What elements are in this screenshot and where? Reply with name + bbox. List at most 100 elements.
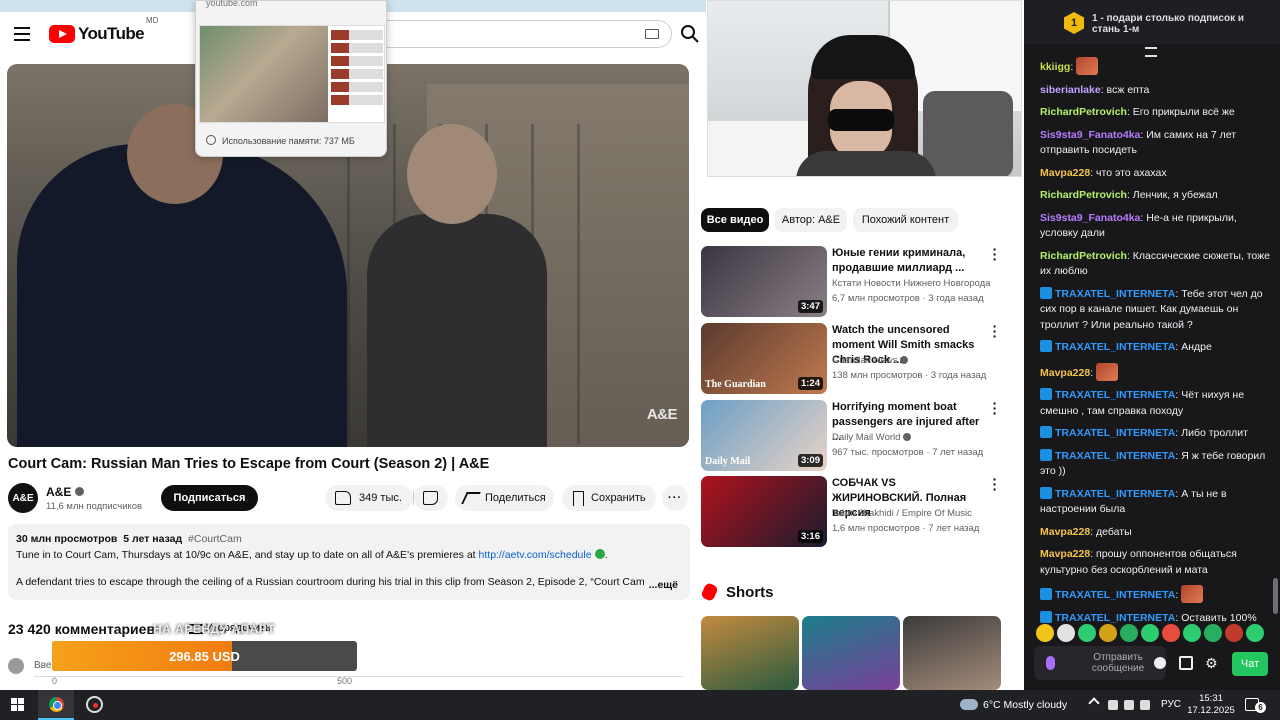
video-channel[interactable]: Кстати Новости Нижнего Новгорода	[832, 278, 990, 289]
chat-username[interactable]: TRAXATEL_INTERNETA	[1055, 589, 1175, 601]
recommended-video[interactable]: Daily Mail 3:09 Horrifying moment boat pas…	[701, 396, 1006, 472]
subscriber-badge-icon[interactable]	[1040, 610, 1052, 623]
subscriber-badge-icon[interactable]	[1040, 388, 1052, 400]
more-actions-button[interactable]: ···	[662, 485, 688, 511]
language-indicator[interactable]: РУС	[1161, 699, 1181, 710]
chat-username[interactable]: TRAXATEL_INTERNETA	[1055, 288, 1175, 300]
subscriber-badge-icon[interactable]	[1040, 340, 1052, 352]
emote-icon[interactable]	[1078, 624, 1096, 642]
like-button[interactable]: 349 тыс.	[325, 485, 413, 511]
chat-username[interactable]: Mavpa228	[1040, 367, 1090, 379]
video-description[interactable]: 30 млн просмотров 5 лет назад #CourtCam …	[8, 524, 690, 600]
emote-icon[interactable]	[1246, 624, 1264, 642]
subscriber-badge-icon[interactable]	[1040, 448, 1052, 461]
clock[interactable]: 15:31 17.12.2025	[1186, 693, 1236, 717]
video-thumbnail[interactable]: 3:16	[701, 476, 827, 547]
taskbar-recorder[interactable]	[76, 690, 112, 720]
emote-icon[interactable]	[1204, 624, 1222, 642]
recommended-video[interactable]: 3:47 Юные гении криминала, продавшие милл…	[701, 242, 1006, 318]
channel-name-text[interactable]: A&E	[46, 485, 71, 499]
chat-username[interactable]: TRAXATEL_INTERNETA	[1055, 612, 1175, 624]
gear-icon[interactable]: ⚙	[1205, 656, 1219, 670]
chat-username[interactable]: RichardPetrovich	[1040, 250, 1127, 262]
emote-icon[interactable]	[1141, 624, 1159, 642]
video-channel-name[interactable]: Guardian News	[832, 355, 897, 366]
emote-icon[interactable]	[1183, 624, 1201, 642]
recommended-video[interactable]: 3:16 СОБЧАК VS ЖИРИНОВСКИЙ. Полная версия…	[701, 472, 1006, 548]
shop-icon[interactable]	[1179, 656, 1193, 670]
filter-chip[interactable]: Автор: A&E	[775, 208, 847, 232]
youtube-logo[interactable]: YouTube MD	[49, 16, 158, 44]
dislike-button[interactable]	[414, 485, 448, 511]
collapse-icon[interactable]	[1145, 47, 1157, 57]
chat-username[interactable]: siberianlake	[1040, 84, 1101, 96]
short-thumbnail[interactable]	[903, 616, 1001, 690]
video-thumbnail[interactable]: Daily Mail 3:09	[701, 400, 827, 471]
windows-start-icon[interactable]	[11, 698, 25, 712]
chat-username[interactable]: Mavpa228	[1040, 526, 1090, 538]
battery-icon[interactable]	[1124, 700, 1134, 710]
subscriber-badge-icon[interactable]	[1040, 286, 1052, 299]
chat-scrollbar[interactable]	[1271, 0, 1280, 690]
mic-tray-icon[interactable]	[1108, 700, 1118, 710]
video-channel-name[interactable]: Кстати Новости Нижнего Новгорода	[832, 278, 990, 289]
chat-username[interactable]: RichardPetrovich	[1040, 106, 1127, 118]
video-channel[interactable]: Guardian News	[832, 355, 909, 366]
chat-username[interactable]: Sis9sta9_Fanato4ka	[1040, 129, 1140, 141]
hashtag-link[interactable]: #CourtCam	[188, 533, 242, 545]
chat-send-button[interactable]: Чат	[1232, 652, 1268, 676]
cloud-icon[interactable]	[960, 699, 978, 710]
taskbar-chrome[interactable]	[38, 690, 74, 720]
emote-icon[interactable]	[1036, 624, 1054, 642]
subscribe-button[interactable]: Подписаться	[161, 485, 258, 511]
subscriber-badge-icon[interactable]	[1040, 426, 1052, 438]
chat-username[interactable]: TRAXATEL_INTERNETA	[1055, 389, 1175, 401]
search-input[interactable]	[380, 20, 672, 48]
chat-input[interactable]: Отправить сообщение	[1034, 646, 1166, 680]
chat-username[interactable]: RichardPetrovich	[1040, 189, 1127, 201]
emote-icon[interactable]	[1120, 624, 1138, 642]
chat-username[interactable]: TRAXATEL_INTERNETA	[1055, 488, 1175, 500]
chat-username[interactable]: TRAXATEL_INTERNETA	[1055, 427, 1175, 439]
share-button[interactable]: Поделиться	[455, 485, 554, 511]
emote-icon[interactable]	[1057, 624, 1075, 642]
emote-icon[interactable]	[1225, 624, 1243, 642]
chat-username[interactable]: Mavpa228	[1040, 548, 1090, 560]
chat-username[interactable]: TRAXATEL_INTERNETA	[1055, 341, 1175, 353]
video-thumbnail[interactable]: The Guardian 1:24	[701, 323, 827, 394]
chat-username[interactable]: TRAXATEL_INTERNETA	[1055, 450, 1175, 462]
video-title-link[interactable]: Юные гении криминала, продавшие миллиард…	[832, 246, 987, 276]
chat-username[interactable]: Mavpa228	[1040, 167, 1090, 179]
video-channel[interactable]: TabrizShakhidi / Empire Of Music	[832, 508, 972, 519]
search-icon[interactable]	[680, 24, 700, 44]
more-vert-icon[interactable]: · · ·	[990, 319, 1000, 343]
more-vert-icon[interactable]: · · ·	[990, 242, 1000, 266]
chat-username[interactable]: Sis9sta9_Fanato4ka	[1040, 212, 1140, 224]
mic-icon[interactable]	[1046, 656, 1055, 670]
emote-icon[interactable]	[1099, 624, 1117, 642]
chat-username[interactable]: kkiigg	[1040, 61, 1070, 73]
subscriber-badge-icon[interactable]	[1040, 486, 1052, 499]
video-channel-name[interactable]: Daily Mail World	[832, 432, 900, 443]
schedule-link[interactable]: http://aetv.com/schedule	[479, 549, 592, 561]
gift-leaderboard[interactable]: 1 1 - подари столько подписок и стань 1-…	[1024, 0, 1280, 44]
short-thumbnail[interactable]	[701, 616, 799, 690]
filter-chip[interactable]: Похожий контент	[853, 208, 958, 232]
subscriber-badge-icon[interactable]	[1040, 588, 1052, 600]
keyboard-icon[interactable]	[645, 29, 659, 39]
description-more-button[interactable]: ...ещё	[649, 579, 678, 591]
filter-chip[interactable]: Все видео	[701, 208, 769, 232]
chevron-up-icon[interactable]	[1088, 697, 1100, 709]
menu-icon[interactable]	[14, 27, 30, 41]
video-thumbnail[interactable]: 3:47	[701, 246, 827, 317]
more-vert-icon[interactable]: · · ·	[990, 472, 1000, 496]
more-vert-icon[interactable]: · · ·	[990, 396, 1000, 420]
chat-scrollbar-thumb[interactable]	[1273, 578, 1278, 614]
emote-icon[interactable]	[1162, 624, 1180, 642]
video-channel-name[interactable]: TabrizShakhidi / Empire Of Music	[832, 508, 972, 519]
save-button[interactable]: Сохранить	[562, 485, 656, 511]
short-thumbnail[interactable]	[802, 616, 900, 690]
comment-input[interactable]: Вве	[34, 660, 51, 671]
recommended-video[interactable]: The Guardian 1:24 Watch the uncensored mom…	[701, 319, 1006, 395]
channel-name[interactable]: A&E	[46, 485, 85, 499]
